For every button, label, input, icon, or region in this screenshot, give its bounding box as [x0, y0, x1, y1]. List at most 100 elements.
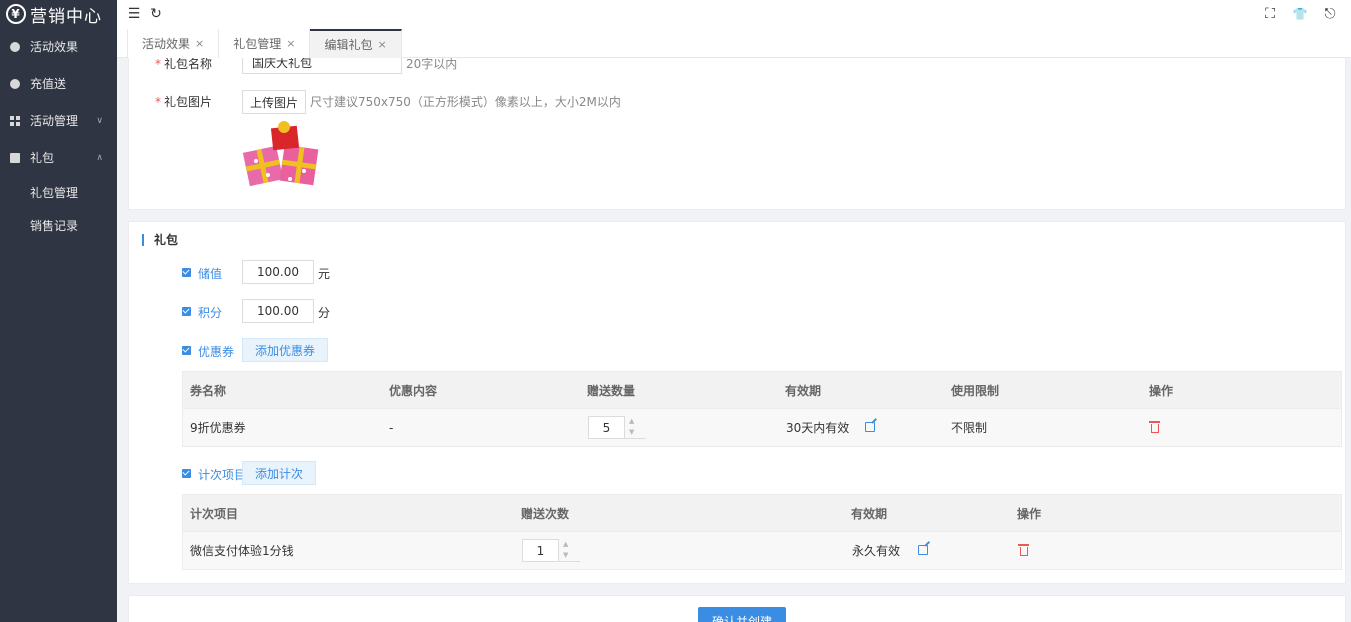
close-icon[interactable]: ×	[195, 37, 204, 50]
edit-icon[interactable]	[865, 422, 875, 432]
footer-card: 确认并创建	[128, 595, 1346, 622]
points-label: 积分	[198, 306, 223, 320]
coin-icon	[10, 78, 20, 89]
tab-activity-effect[interactable]: 活动效果 ×	[127, 29, 220, 58]
stored-value-label: 储值	[198, 267, 223, 281]
gift-icon	[10, 152, 20, 163]
column-header: 使用限制	[951, 384, 1000, 398]
tab-label: 编辑礼包	[324, 38, 373, 52]
sidebar-item-label: 充值送	[30, 77, 67, 91]
coupons-label: 优惠券	[198, 345, 235, 359]
top-header: ☰ ↻ ⛶ 👕 ⎋	[117, 0, 1351, 29]
count-item-name: 微信支付体验1分钱	[190, 544, 294, 558]
chevron-down-icon: ∨	[96, 116, 103, 126]
sidebar-item-recharge[interactable]: 充值送	[0, 65, 117, 102]
points-input[interactable]: 100.00	[242, 299, 314, 323]
label-text: 礼包名称	[164, 58, 213, 71]
column-header: 赠送次数	[521, 507, 570, 521]
sidebar-item-label: 活动管理	[30, 114, 79, 128]
table-row: 9折优惠券 - 5 ▲ ▼ 30天内有效 不限制	[183, 409, 1341, 446]
column-header: 操作	[1017, 507, 1042, 521]
chevron-up-icon[interactable]: ▲	[563, 539, 580, 550]
coupon-validity: 30天内有效	[786, 421, 850, 435]
coupon-content: -	[389, 420, 394, 435]
sidebar-item-activity-effect[interactable]: 活动效果	[0, 28, 117, 65]
stepper-value[interactable]: 1	[522, 539, 559, 562]
add-count-button[interactable]: 添加计次	[242, 461, 317, 485]
logout-icon[interactable]: ⎋	[1321, 5, 1339, 23]
chevron-up-icon[interactable]: ▲	[629, 416, 646, 427]
upload-image-button[interactable]: 上传图片	[242, 90, 307, 114]
table-row: 微信支付体验1分钱 1 ▲ ▼ 永久有效	[183, 532, 1341, 569]
count-items-label: 计次项目	[198, 468, 247, 482]
column-header: 赠送数量	[587, 384, 636, 398]
sidebar-subitem-gift-management[interactable]: 礼包管理	[0, 176, 117, 209]
count-table: 计次项目 赠送次数 有效期 操作 微信支付体验1分钱 1 ▲ ▼ 永久有效	[182, 494, 1342, 570]
chevron-up-icon: ∧	[96, 153, 103, 163]
required-mark: *	[155, 95, 161, 109]
table-header: 计次项目 赠送次数 有效期 操作	[183, 495, 1341, 532]
gift-name-label: * 礼包名称	[155, 58, 212, 72]
app-title: 营销中心	[30, 6, 102, 27]
column-header: 有效期	[785, 384, 822, 398]
column-header: 券名称	[190, 384, 227, 398]
points-checkbox[interactable]	[182, 307, 191, 316]
close-icon[interactable]: ×	[286, 37, 295, 50]
stepper-value[interactable]: 5	[588, 416, 625, 439]
tab-gift-management[interactable]: 礼包管理 ×	[219, 29, 311, 58]
basic-info-card: * 礼包名称 国庆大礼包 20字以内 * 礼包图片 上传图片 尺寸建议750x750…	[128, 58, 1346, 210]
stepper-arrows[interactable]: ▲ ▼	[625, 416, 646, 439]
delete-icon[interactable]	[1149, 421, 1160, 433]
coupon-table: 券名称 优惠内容 赠送数量 有效期 使用限制 操作 9折优惠券 - 5 ▲ ▼ 3…	[182, 371, 1342, 447]
gift-image-label: * 礼包图片	[155, 93, 212, 110]
gift-image-hint: 尺寸建议750x750（正方形模式）像素以上，大小2M以内	[310, 95, 621, 109]
label-text: 礼包图片	[164, 95, 213, 109]
column-header: 有效期	[851, 507, 888, 521]
main-content: * 礼包名称 国庆大礼包 20字以内 * 礼包图片 上传图片 尺寸建议750x750…	[117, 58, 1351, 622]
grid-icon	[10, 115, 20, 126]
pie-icon	[10, 41, 20, 52]
coupon-limit: 不限制	[951, 421, 988, 435]
add-coupon-button[interactable]: 添加优惠券	[242, 338, 329, 362]
gift-name-input[interactable]: 国庆大礼包	[242, 58, 402, 74]
column-header: 计次项目	[190, 507, 239, 521]
tab-edit-gift[interactable]: 编辑礼包 ×	[310, 29, 402, 58]
app-logo: ¥ 营销中心	[0, 0, 117, 28]
chevron-down-icon[interactable]: ▼	[629, 427, 646, 438]
gift-image-preview	[242, 121, 319, 187]
tab-label: 活动效果	[142, 37, 191, 51]
sidebar: ¥ 营销中心 活动效果 充值送 活动管理 ∨ 礼包 ∧ 礼包管理 销售记录	[0, 0, 117, 622]
column-header: 优惠内容	[389, 384, 438, 398]
coupons-checkbox[interactable]	[182, 346, 191, 355]
stored-value-input[interactable]: 100.00	[242, 260, 314, 284]
section-title: 礼包	[142, 234, 178, 246]
confirm-create-button[interactable]: 确认并创建	[698, 607, 786, 622]
sidebar-item-gift[interactable]: 礼包 ∧	[0, 139, 117, 176]
coupon-name: 9折优惠券	[190, 421, 246, 435]
delete-icon[interactable]	[1018, 544, 1029, 556]
stored-value-checkbox[interactable]	[182, 268, 191, 277]
stored-value-unit: 元	[318, 267, 331, 281]
edit-icon[interactable]	[918, 545, 928, 555]
fullscreen-icon[interactable]: ⛶	[1261, 5, 1279, 23]
coupon-quantity-stepper[interactable]: 5 ▲ ▼	[588, 416, 646, 439]
sidebar-item-activity-management[interactable]: 活动管理 ∨	[0, 102, 117, 139]
count-validity: 永久有效	[852, 544, 901, 558]
required-mark: *	[155, 58, 161, 71]
menu-toggle-icon[interactable]: ☰	[125, 5, 143, 23]
yen-icon: ¥	[6, 4, 26, 24]
sidebar-item-label: 礼包	[30, 151, 55, 165]
tab-bar: 活动效果 × 礼包管理 × 编辑礼包 ×	[117, 29, 1351, 58]
count-items-checkbox[interactable]	[182, 469, 191, 478]
gift-name-hint: 20字以内	[406, 58, 458, 71]
chevron-down-icon[interactable]: ▼	[563, 550, 580, 561]
refresh-icon[interactable]: ↻	[147, 5, 165, 23]
sidebar-subitem-sales-records[interactable]: 销售记录	[0, 209, 117, 242]
table-header: 券名称 优惠内容 赠送数量 有效期 使用限制 操作	[183, 372, 1341, 409]
count-times-stepper[interactable]: 1 ▲ ▼	[522, 539, 580, 562]
stepper-arrows[interactable]: ▲ ▼	[559, 539, 580, 562]
skin-icon[interactable]: 👕	[1291, 5, 1309, 23]
close-icon[interactable]: ×	[377, 38, 386, 51]
points-unit: 分	[318, 306, 331, 320]
tab-label: 礼包管理	[233, 37, 282, 51]
